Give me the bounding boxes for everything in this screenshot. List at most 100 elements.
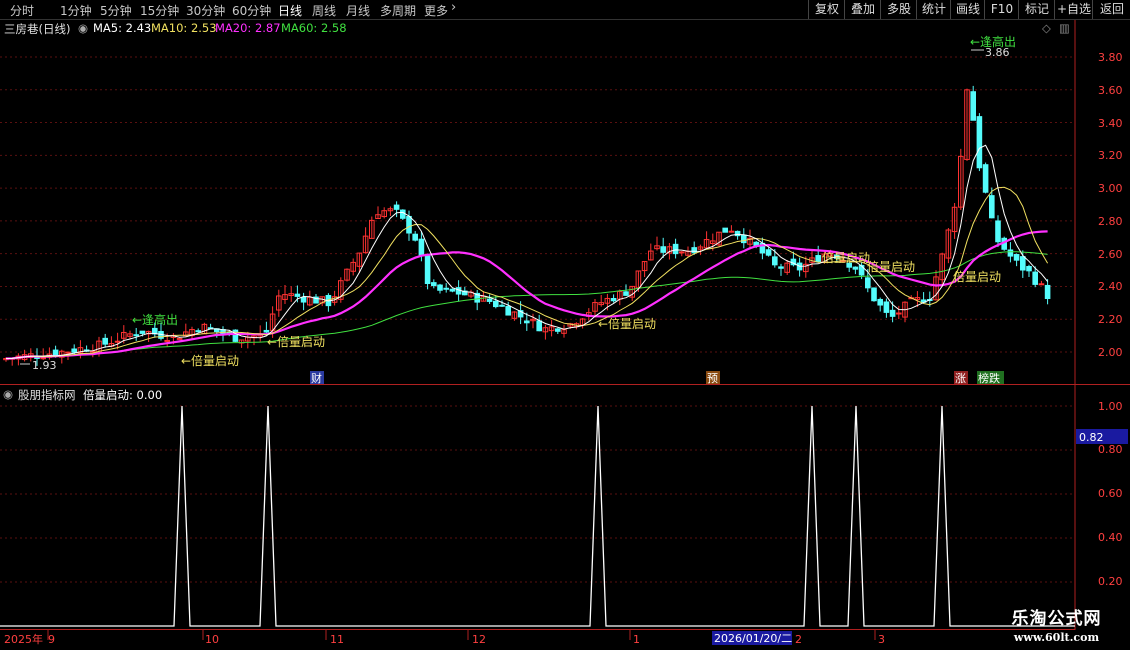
candle-body	[536, 320, 543, 332]
event-markers: 财 预 涨 榜跌	[310, 371, 1004, 385]
candle-body	[412, 233, 418, 241]
date-tick: 12	[472, 633, 486, 646]
ranking-event-label: 榜跌	[978, 371, 1000, 385]
candle-body	[418, 238, 425, 257]
date-tick: 2025年	[4, 632, 43, 646]
watermark-url: www.60lt.com	[1013, 631, 1100, 644]
price-tick: 2.20	[1098, 313, 1123, 326]
low-price-label: 1.93	[32, 359, 57, 372]
candle-body	[976, 116, 983, 169]
candle-body	[499, 304, 505, 307]
date-tick: 1	[633, 633, 640, 646]
exit-annotations: ←逢高出 ←逢高出	[132, 34, 1016, 327]
candle-body	[164, 339, 170, 342]
candle-body	[1032, 271, 1039, 285]
indicator-tick: 1.00	[1098, 400, 1123, 413]
date-tick: 10	[205, 633, 219, 646]
candle-body	[71, 348, 78, 353]
signal-label: 倍量启动	[953, 269, 1001, 284]
candle-body	[114, 340, 121, 343]
candle-body	[493, 300, 499, 308]
candle-body	[102, 337, 109, 345]
indicator-tick: 0.60	[1098, 487, 1123, 500]
candle-body	[765, 249, 772, 256]
price-tick: 2.00	[1098, 346, 1123, 359]
candle-body	[865, 277, 871, 289]
candle-body	[449, 288, 456, 292]
candle-body	[691, 247, 698, 254]
stock-chart-canvas[interactable]: 3.80 3.60 3.40 3.20 3.00 2.80 2.60 2.40 …	[0, 0, 1130, 650]
candle-body	[176, 337, 183, 340]
candle-body	[133, 334, 139, 337]
price-gridlines	[0, 56, 1075, 353]
candle-body	[294, 293, 301, 297]
candle-body	[300, 296, 307, 303]
date-tick: 11	[330, 633, 344, 646]
candle-body	[393, 204, 400, 210]
candle-body	[52, 349, 59, 357]
price-tick: 2.40	[1098, 280, 1123, 293]
candle-body	[623, 291, 629, 296]
signal-label: ←倍量启动	[181, 353, 239, 368]
price-tick: 3.60	[1098, 84, 1123, 97]
date-tick: 3	[878, 633, 885, 646]
candle-body	[852, 266, 859, 270]
watermark-title: 乐淘公式网	[1011, 609, 1102, 629]
candle-body	[896, 312, 902, 315]
candle-body	[741, 234, 747, 244]
candle-body	[883, 301, 890, 313]
candle-body	[505, 305, 511, 316]
limit-up-event-label: 涨	[955, 372, 966, 385]
candle-body	[989, 195, 995, 219]
signal-label: 倍量启动	[867, 259, 915, 274]
candle-body	[995, 220, 1001, 243]
signal-label: ←倍量启动	[267, 334, 325, 349]
price-tick: 2.80	[1098, 215, 1123, 228]
indicator-tick: 0.80	[1098, 443, 1123, 456]
candle-body	[263, 329, 270, 333]
date-tick: 2	[795, 633, 802, 646]
forecast-event-label: 预	[707, 372, 718, 385]
finance-event-label: 财	[311, 371, 322, 385]
candle-body	[486, 298, 493, 302]
candle-body	[1020, 256, 1026, 271]
cursor-date-label: 2026/01/20/二	[714, 632, 792, 645]
candle-body	[1007, 249, 1014, 257]
candle-body	[1026, 266, 1032, 272]
candle-body	[815, 255, 822, 263]
signal-label: 倍量启动	[822, 250, 870, 265]
candle-body	[406, 215, 412, 234]
candle-body	[610, 297, 617, 302]
price-tick: 3.40	[1098, 117, 1123, 130]
candle-body	[1038, 283, 1045, 286]
candle-body	[970, 91, 977, 121]
candle-body	[1013, 254, 1020, 261]
candle-body	[672, 243, 679, 255]
candle-body	[871, 287, 877, 302]
signal-label: ←倍量启动	[598, 316, 656, 331]
candle-body	[660, 246, 667, 253]
candle-body	[195, 330, 201, 333]
candle-body	[679, 251, 685, 254]
watermark-logo: 乐淘公式网 www.60lt.com	[989, 604, 1124, 644]
candle-body	[443, 287, 449, 290]
indicator-gridlines	[0, 405, 1075, 583]
candle-body	[982, 164, 989, 193]
candle-body	[877, 298, 884, 306]
candle-body	[728, 230, 735, 233]
candle-body	[437, 284, 443, 291]
candle-body	[772, 256, 778, 266]
exit-signal-label: ←逢高出	[970, 34, 1016, 49]
candle-body	[400, 209, 406, 219]
candle-body	[424, 254, 431, 285]
indicator-axis: 1.00 0.80 0.60 0.40 0.20	[1098, 400, 1123, 588]
date-tick: 9	[48, 633, 55, 646]
price-tick: 3.80	[1098, 51, 1123, 64]
indicator-spike-line	[0, 405, 1075, 627]
current-value-label: 0.82	[1079, 431, 1104, 444]
price-axis: 3.80 3.60 3.40 3.20 3.00 2.80 2.60 2.40 …	[1098, 51, 1123, 359]
candle-body	[722, 227, 729, 233]
candle-body	[524, 320, 530, 324]
indicator-tick: 0.20	[1098, 575, 1123, 588]
candle-body	[889, 309, 896, 317]
